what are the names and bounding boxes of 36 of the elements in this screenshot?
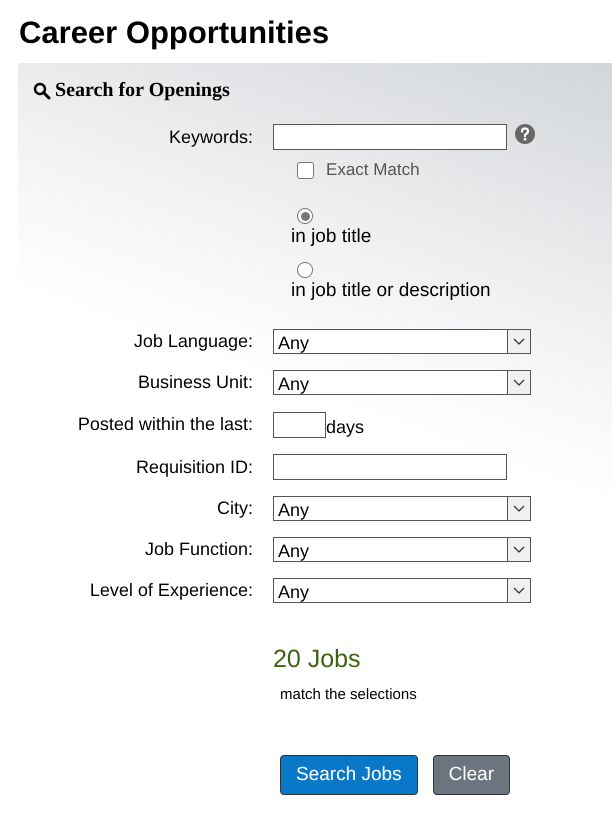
caret-icon bbox=[513, 586, 525, 594]
field-label: Job Language: bbox=[132, 331, 254, 352]
caret-icon bbox=[513, 338, 525, 346]
field-label: Posted within the last: bbox=[76, 414, 254, 435]
dropdown[interactable]: Any bbox=[273, 329, 531, 354]
radio-label: in job title bbox=[291, 226, 372, 248]
caret-icon bbox=[513, 378, 525, 386]
checkbox-label: Exact Match bbox=[326, 160, 420, 180]
clear-button[interactable]: Clear bbox=[432, 755, 510, 795]
unit-label: days bbox=[326, 417, 364, 438]
days-field[interactable] bbox=[273, 412, 326, 438]
search-icon bbox=[33, 82, 51, 100]
panel-title: Search for Openings bbox=[55, 79, 230, 102]
radio-label: in job title or description bbox=[291, 280, 491, 302]
result-note: match the selections bbox=[280, 686, 418, 703]
search-button[interactable]: Search Jobs bbox=[280, 755, 418, 795]
caret-icon bbox=[513, 504, 525, 512]
keywords-field[interactable] bbox=[273, 124, 507, 150]
dropdown[interactable]: Any bbox=[273, 537, 531, 562]
field-label: City: bbox=[216, 498, 254, 519]
field-label: Level of Experience: bbox=[88, 580, 254, 601]
help-icon[interactable] bbox=[515, 124, 535, 144]
radio-button[interactable] bbox=[297, 262, 313, 278]
page-title: Career Opportunities bbox=[18, 14, 330, 52]
input-field[interactable] bbox=[273, 454, 507, 480]
field-label: Job Function: bbox=[144, 539, 254, 560]
exact-match-checkbox[interactable] bbox=[297, 162, 314, 178]
dropdown[interactable]: Any bbox=[273, 370, 531, 395]
radio-button[interactable] bbox=[297, 208, 313, 224]
field-label: Business Unit: bbox=[136, 372, 254, 393]
job-count: 20 Jobs bbox=[273, 645, 362, 674]
caret-icon bbox=[513, 546, 525, 554]
field-label: Requisition ID: bbox=[134, 456, 254, 478]
field-label: Keywords: bbox=[168, 126, 254, 148]
dropdown[interactable]: Any bbox=[273, 578, 531, 603]
dropdown[interactable]: Any bbox=[273, 496, 531, 521]
